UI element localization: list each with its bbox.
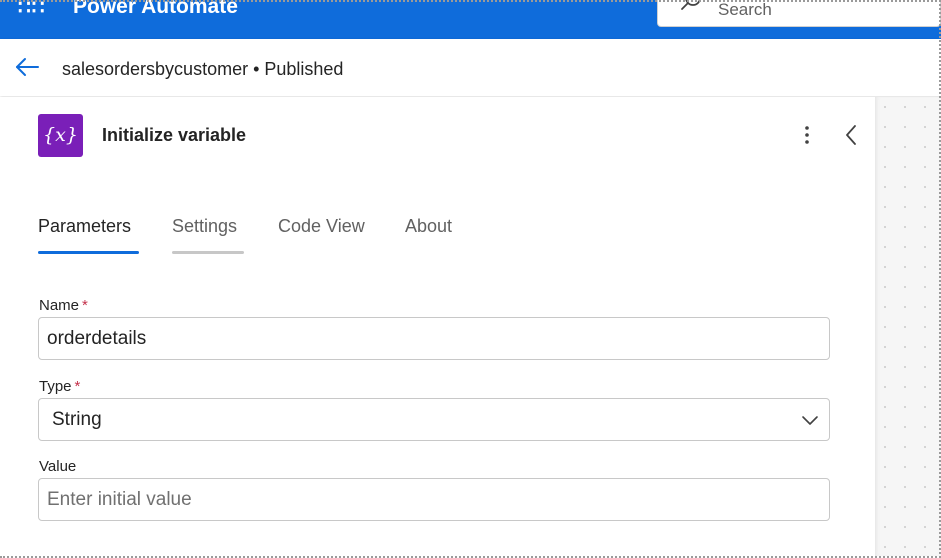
- tab-settings[interactable]: Settings: [172, 215, 237, 237]
- flow-header: salesordersbycustomer • Published: [0, 39, 941, 96]
- search-input[interactable]: Search: [718, 1, 772, 19]
- value-label-text: Value: [39, 458, 77, 475]
- name-label-text: Name: [39, 297, 80, 314]
- type-label-text: Type: [39, 378, 72, 395]
- name-field[interactable]: orderdetails: [38, 317, 830, 360]
- tab-parameters[interactable]: Parameters: [38, 215, 131, 237]
- search-icon: [681, 0, 701, 10]
- action-details-panel: {x} Initialize variable Parameters Setti…: [0, 97, 875, 556]
- back-arrow-icon[interactable]: [14, 56, 40, 78]
- type-label: Type *: [39, 378, 80, 395]
- variable-icon: {x}: [38, 114, 83, 157]
- chevron-down-icon[interactable]: [801, 412, 819, 428]
- action-title[interactable]: Initialize variable: [102, 125, 246, 146]
- tab-code-view[interactable]: Code View: [278, 215, 365, 237]
- type-dropdown[interactable]: String: [38, 398, 830, 441]
- app-title[interactable]: Power Automate: [73, 0, 238, 20]
- flow-title: salesordersbycustomer • Published: [62, 59, 344, 79]
- more-options-icon[interactable]: [797, 123, 817, 147]
- required-marker: *: [82, 297, 88, 314]
- value-label: Value: [39, 458, 76, 475]
- name-field-value: orderdetails: [47, 328, 147, 349]
- tab-about[interactable]: About: [405, 215, 452, 237]
- name-label: Name *: [39, 297, 88, 314]
- search-box[interactable]: Search: [657, 0, 941, 27]
- hover-tab-indicator: [172, 251, 244, 254]
- collapse-panel-icon[interactable]: [841, 123, 861, 147]
- value-field[interactable]: Enter initial value: [38, 478, 830, 521]
- value-field-placeholder[interactable]: Enter initial value: [47, 490, 192, 510]
- app-launcher-icon[interactable]: ∷∷: [18, 0, 45, 18]
- required-marker: *: [74, 378, 81, 395]
- app-header: ∷∷ Power Automate Search: [0, 0, 941, 39]
- active-tab-indicator: [38, 251, 139, 254]
- designer-canvas[interactable]: [875, 97, 941, 556]
- type-dropdown-value: String: [52, 409, 102, 430]
